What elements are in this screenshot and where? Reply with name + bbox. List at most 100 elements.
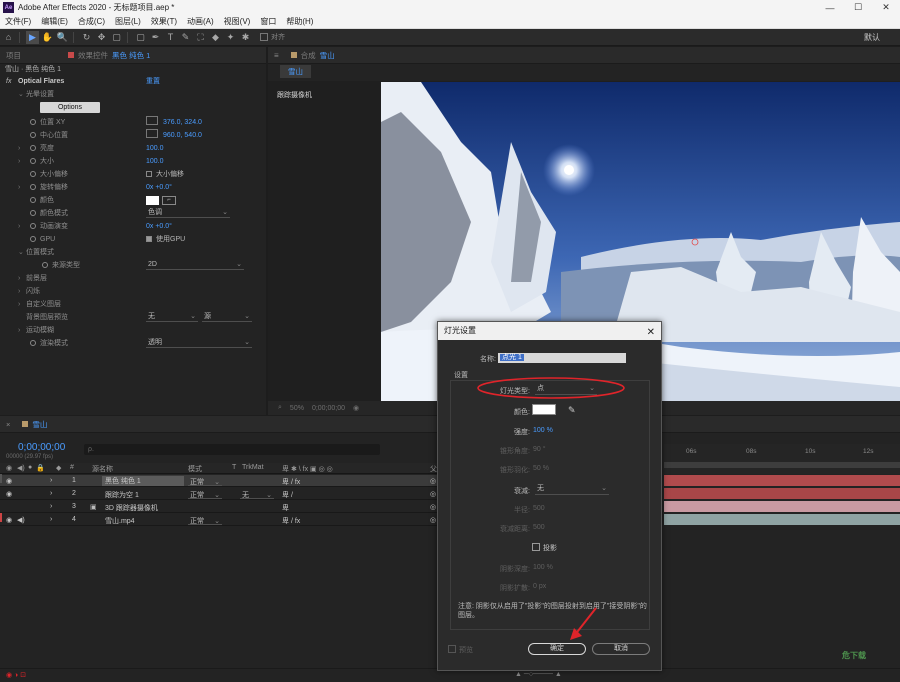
cancel-button[interactable]: 取消	[592, 643, 650, 655]
light-color-swatch[interactable]	[532, 404, 556, 415]
render-mode-dropdown[interactable]: 透明 ⌄	[146, 338, 252, 348]
motion-blur-row[interactable]: › 运动模糊	[0, 324, 266, 337]
stopwatch-icon[interactable]	[30, 236, 36, 242]
mode-dropdown[interactable]: 正常 ⌄	[188, 476, 222, 486]
timecode[interactable]: 0;00;00;00	[312, 405, 345, 412]
rotation-offset-value[interactable]: 0x +0.0°	[146, 181, 172, 194]
parent-pickwhip-icon[interactable]: ◎	[430, 503, 436, 511]
chevron-right-icon[interactable]: ›	[50, 516, 52, 523]
layer-row[interactable]: ◉ ◀) › 4 雪山.mp4 正常 ⌄ 卑 / fx ◎	[0, 513, 440, 526]
parent-pickwhip-icon[interactable]: ◎	[430, 516, 436, 524]
pen-tool-icon[interactable]: ✒	[149, 31, 162, 44]
lock-icon[interactable]: 🔒	[36, 464, 45, 472]
layer-duration-bar[interactable]	[664, 475, 900, 486]
rotate-tool-icon[interactable]: ↻	[80, 31, 93, 44]
source-type-dropdown[interactable]: 2D ⌄	[146, 260, 244, 270]
stopwatch-icon[interactable]	[30, 197, 36, 203]
preview-checkbox[interactable]: 预览	[448, 645, 473, 655]
checkbox-icon[interactable]	[146, 171, 152, 177]
menu-window[interactable]: 窗口	[255, 16, 281, 27]
eye-icon[interactable]: ◉	[6, 477, 12, 485]
menu-edit[interactable]: 编辑(E)	[36, 16, 73, 27]
close-button[interactable]: ✕	[872, 0, 900, 15]
time-ruler[interactable]: 06s 08s 10s 12s	[664, 444, 900, 474]
options-button[interactable]: Options	[40, 102, 100, 113]
position-mode-row[interactable]: ⌄ 位置模式	[0, 246, 266, 259]
roto-brush-tool-icon[interactable]: ✦	[224, 31, 237, 44]
search-input[interactable]: ρ.	[84, 444, 380, 455]
stopwatch-icon[interactable]	[30, 158, 36, 164]
eye-icon[interactable]: ◉	[6, 516, 12, 524]
eyedropper-icon[interactable]: ⌐	[162, 196, 176, 205]
pan-behind-tool-icon[interactable]: ▢	[110, 31, 123, 44]
parent-pickwhip-icon[interactable]: ◎	[430, 490, 436, 498]
menu-animation[interactable]: 动画(A)	[182, 16, 219, 27]
brightness-value[interactable]: 100.0	[146, 142, 164, 155]
tab-timeline[interactable]: 雪山	[16, 419, 53, 430]
flare-settings-row[interactable]: ⌄ 光晕设置	[0, 88, 266, 101]
layer-row[interactable]: ◉ › 1 黑色 纯色 1 正常 ⌄ 卑 / fx ◎	[0, 474, 440, 487]
minimize-button[interactable]: —	[816, 0, 844, 15]
audio-icon[interactable]: ◀)	[17, 464, 25, 472]
layer-row[interactable]: ◉ › 2 跟踪为空 1 正常 ⌄ 无 ⌄ 卑 / ◎	[0, 488, 440, 500]
mode-dropdown[interactable]: 正常 ⌄	[188, 515, 222, 525]
chevron-right-icon[interactable]: ›	[18, 155, 20, 168]
source-name-header[interactable]: 源名称	[92, 464, 113, 474]
tab-project[interactable]: 项目	[0, 50, 62, 61]
chevron-right-icon[interactable]: ›	[18, 181, 20, 194]
checkbox-checked-icon[interactable]	[146, 236, 152, 242]
close-icon[interactable]: ×	[0, 420, 16, 429]
menu-file[interactable]: 文件(F)	[0, 16, 36, 27]
menu-layer[interactable]: 图层(L)	[110, 16, 146, 27]
parent-pickwhip-icon[interactable]: ◎	[430, 477, 436, 485]
layer-duration-bar[interactable]	[664, 514, 900, 525]
camera-tool-icon[interactable]: ✥	[95, 31, 108, 44]
menu-icon[interactable]: ≡	[268, 51, 285, 60]
stopwatch-icon[interactable]	[30, 210, 36, 216]
selection-tool-icon[interactable]: ▶	[26, 30, 39, 44]
label-icon[interactable]: ◆	[56, 464, 61, 472]
light-name-input[interactable]: 点光 1	[498, 353, 626, 363]
menu-composition[interactable]: 合成(C)	[73, 16, 110, 27]
center-position-value[interactable]: 960.0, 540.0	[163, 132, 202, 139]
clone-stamp-tool-icon[interactable]: ⛶	[194, 31, 207, 44]
layer-duration-bar[interactable]	[664, 488, 900, 499]
position-xy-value[interactable]: 376.0, 324.0	[163, 119, 202, 126]
flicker-row[interactable]: › 闪烁	[0, 285, 266, 298]
layer-switches[interactable]: 卑 / fx	[282, 477, 300, 487]
menu-help[interactable]: 帮助(H)	[281, 16, 318, 27]
reset-link[interactable]: 重置	[146, 75, 160, 88]
chevron-right-icon[interactable]: ›	[18, 298, 20, 311]
chevron-right-icon[interactable]: ›	[18, 285, 20, 298]
workspace-default[interactable]: 默认	[864, 32, 880, 43]
comp-breadcrumb[interactable]: 雪山	[280, 64, 311, 78]
stopwatch-icon[interactable]	[30, 223, 36, 229]
solo-icon[interactable]: ●	[28, 464, 32, 471]
stopwatch-icon[interactable]	[30, 340, 36, 346]
layer-duration-bar[interactable]	[664, 501, 900, 512]
stopwatch-icon[interactable]	[30, 145, 36, 151]
stopwatch-icon[interactable]	[30, 184, 36, 190]
camera-icon[interactable]: ◉	[353, 404, 359, 412]
maximize-button[interactable]: ☐	[844, 0, 872, 15]
eyedropper-icon[interactable]: ✎	[568, 405, 576, 416]
work-area-bar[interactable]	[664, 462, 900, 468]
type-tool-icon[interactable]: T	[164, 31, 177, 44]
size-value[interactable]: 100.0	[146, 155, 164, 168]
menu-view[interactable]: 视图(V)	[219, 16, 256, 27]
chevron-right-icon[interactable]: ›	[50, 490, 52, 497]
eraser-tool-icon[interactable]: ◆	[209, 31, 222, 44]
layer-switches[interactable]: 卑 / fx	[282, 516, 300, 526]
rectangle-tool-icon[interactable]: ▢	[134, 31, 147, 44]
crosshair-icon[interactable]	[146, 129, 158, 138]
close-icon[interactable]: ✕	[647, 324, 655, 342]
stopwatch-icon[interactable]	[42, 262, 48, 268]
zoom-slider[interactable]: ▲ ─○──── ▲	[515, 671, 562, 678]
animation-evolution-value[interactable]: 0x +0.0°	[146, 220, 172, 233]
chevron-right-icon[interactable]: ›	[50, 503, 52, 510]
hand-tool-icon[interactable]: ✋	[41, 31, 54, 44]
tab-composition[interactable]: 合成 雪山	[285, 50, 341, 61]
layer-row[interactable]: › 3 ▣ 3D 跟踪器摄像机 卑 ◎	[0, 501, 440, 513]
crosshair-icon[interactable]	[146, 116, 158, 125]
color-swatch[interactable]	[146, 196, 159, 205]
